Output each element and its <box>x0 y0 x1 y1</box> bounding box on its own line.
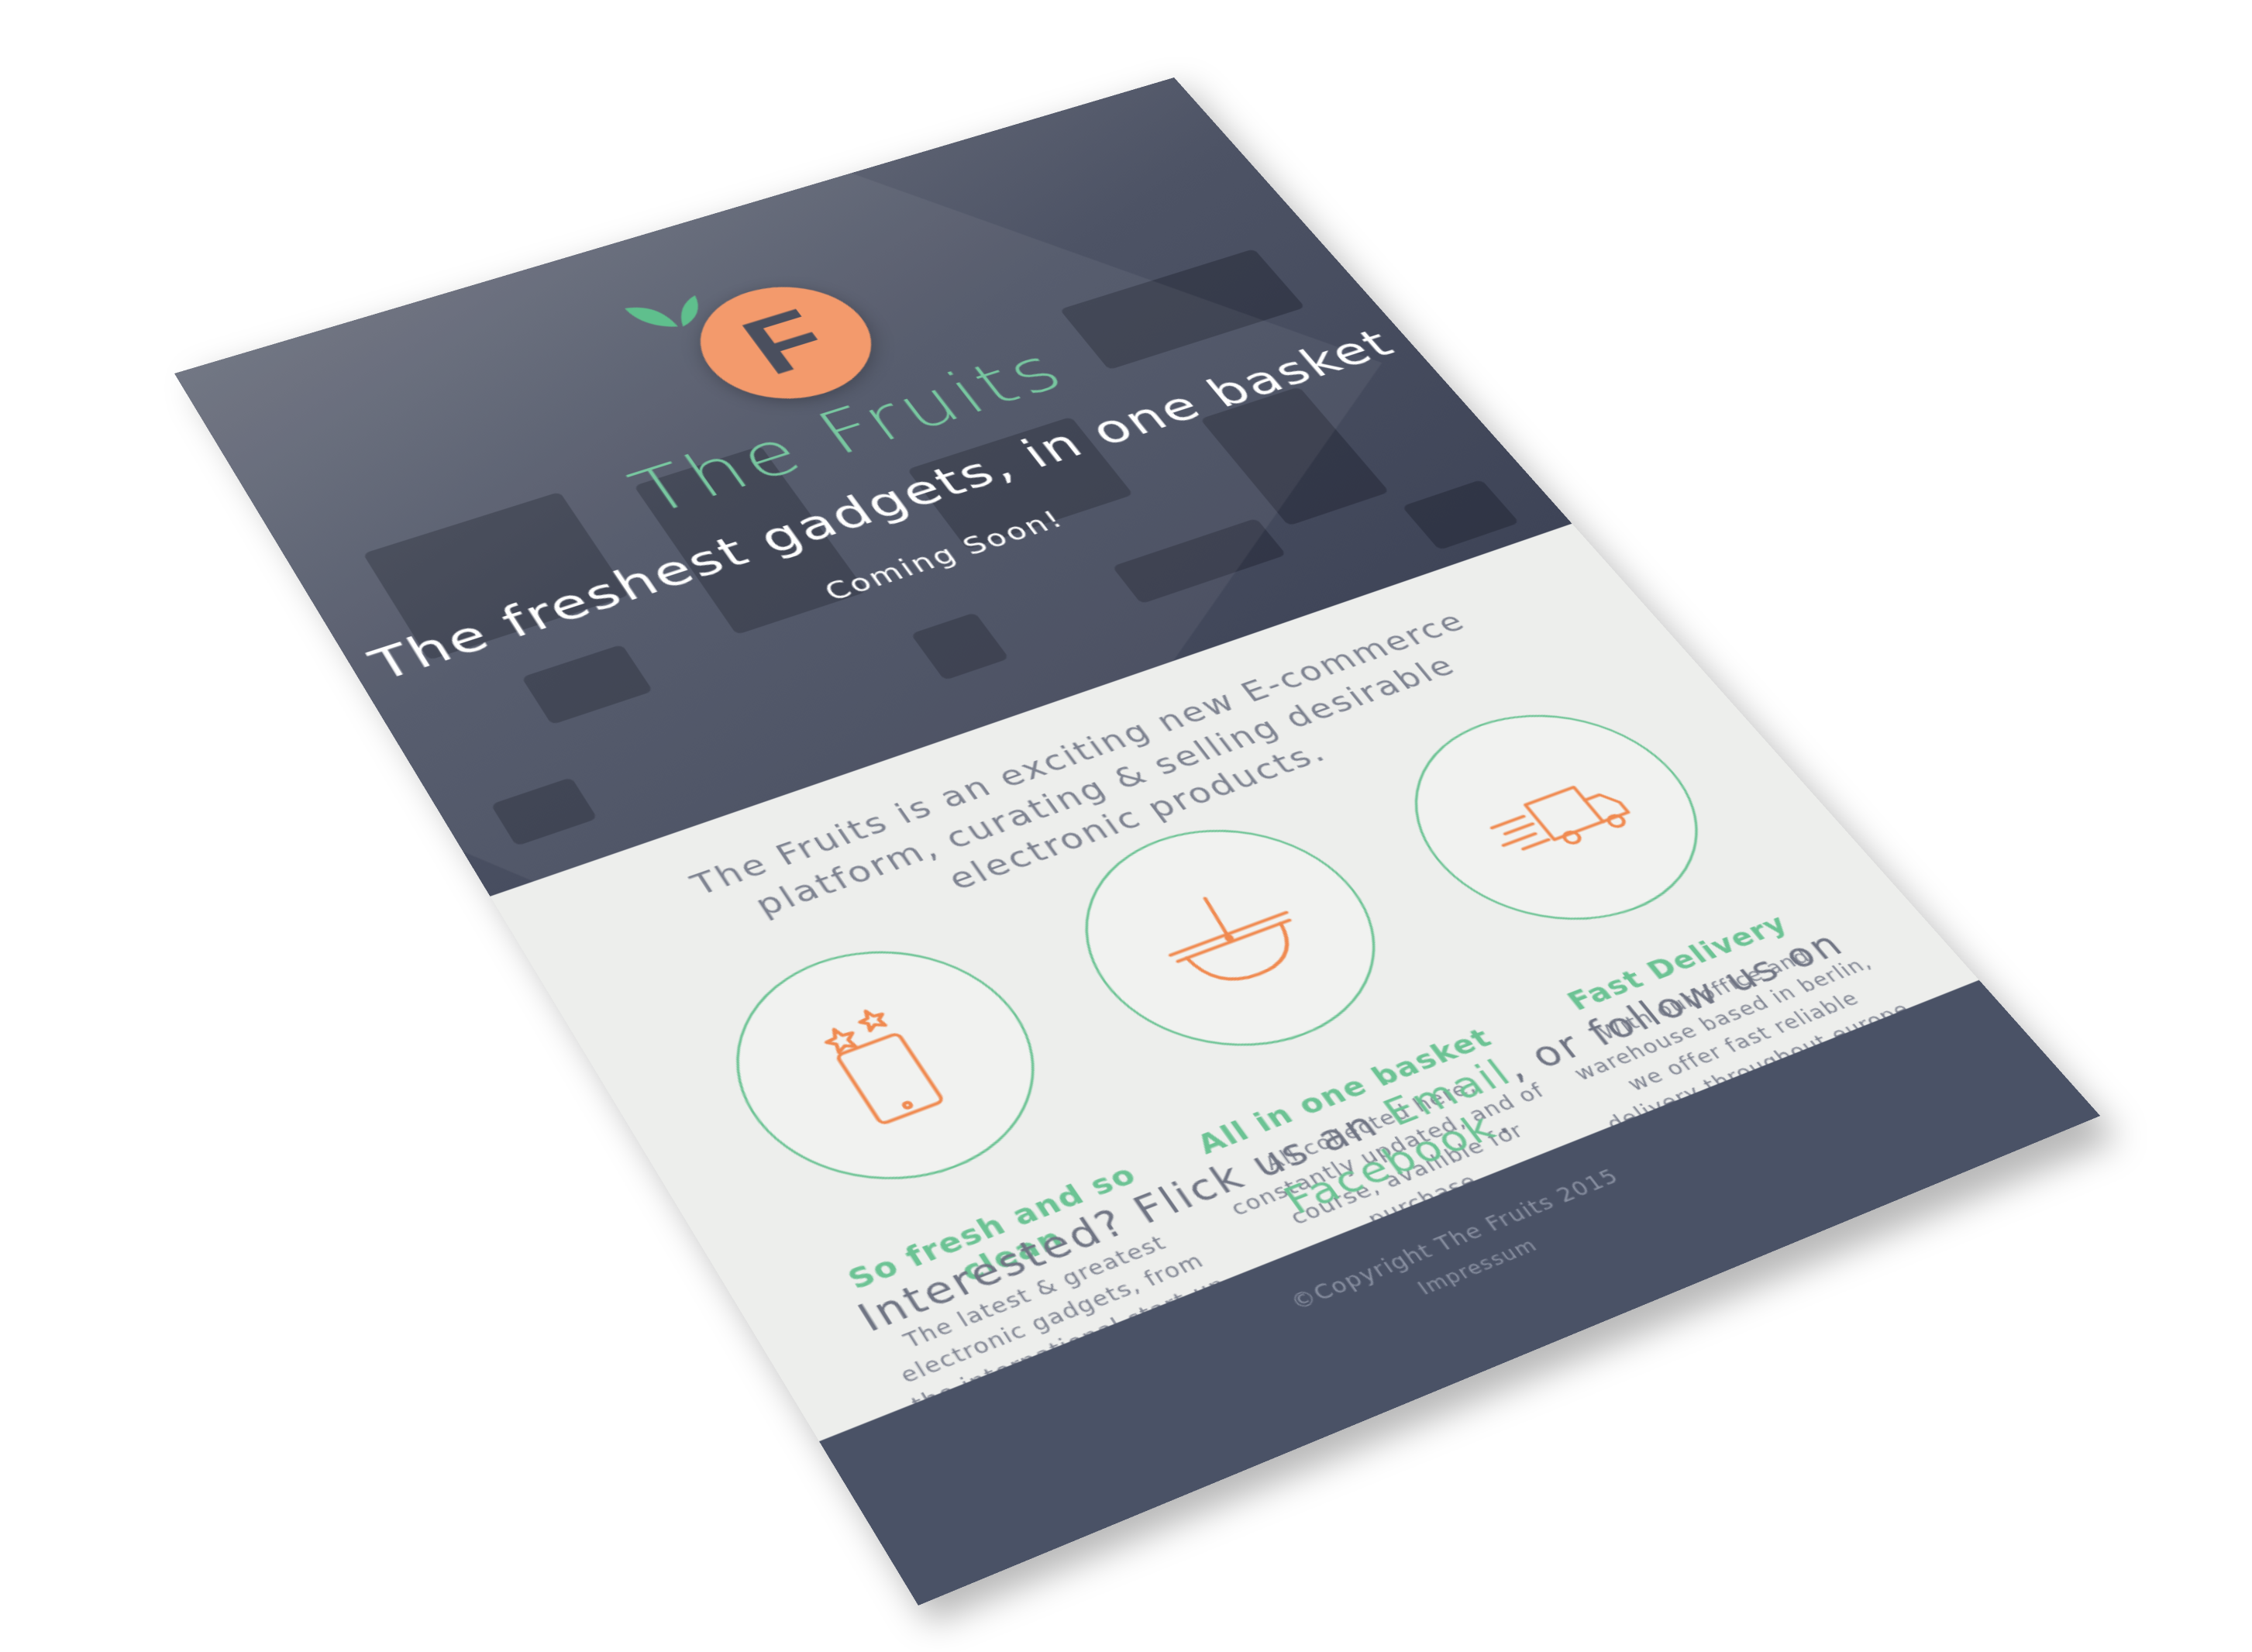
delivery-truck-icon <box>1451 743 1661 889</box>
basket-icon <box>1124 860 1337 1014</box>
logo-letter: F <box>725 293 849 392</box>
tablet-sparkle-icon <box>779 983 993 1145</box>
